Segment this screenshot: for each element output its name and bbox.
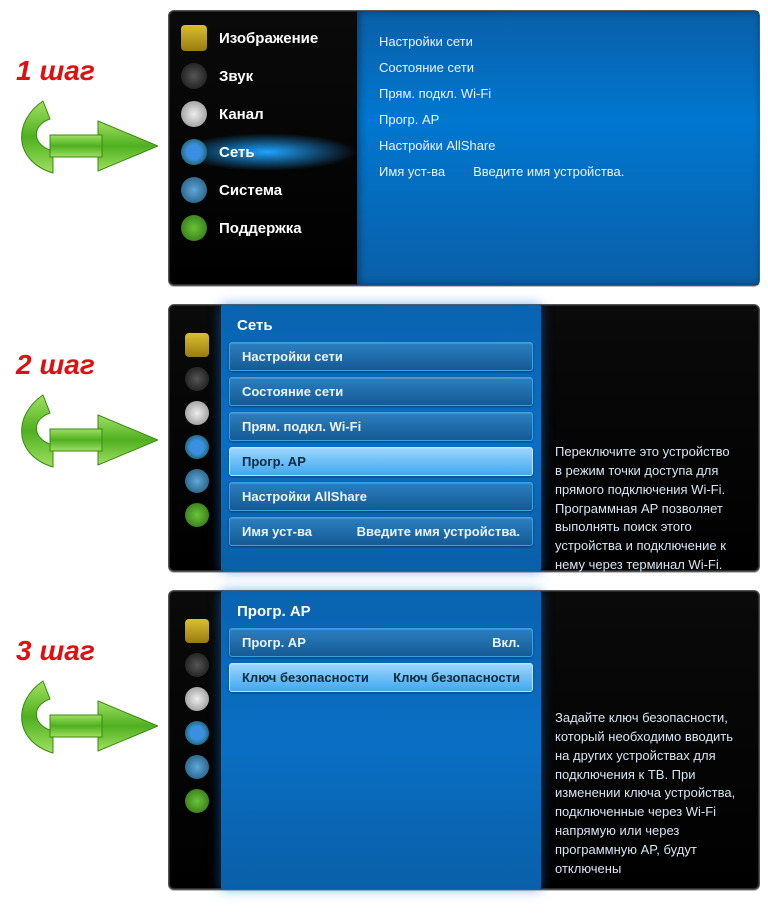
system-icon <box>181 177 207 203</box>
network-submenu-preview: Настройки сети Состояние сети Прям. подк… <box>357 11 759 285</box>
security-key-description: Задайте ключ безопасности, который необх… <box>541 599 751 881</box>
menu-picture[interactable]: Изображение <box>177 19 357 57</box>
soft-ap-panel: Прогр. AP Прогр. AP Вкл. Ключ безопаснос… <box>221 591 541 889</box>
channel-icon[interactable] <box>185 687 209 711</box>
menu-picture-label: Изображение <box>219 30 318 47</box>
sub-allshare[interactable]: Настройки AllShare <box>379 133 737 159</box>
sub-wifi-direct[interactable]: Прям. подкл. Wi-Fi <box>379 81 737 107</box>
support-icon[interactable] <box>185 503 209 527</box>
network-icon[interactable] <box>185 435 209 459</box>
sub-net-settings[interactable]: Настройки сети <box>379 29 737 55</box>
tv-menu-step-3: Прогр. AP Прогр. AP Вкл. Ключ безопаснос… <box>168 590 760 890</box>
menu-channel-label: Канал <box>219 106 264 123</box>
sound-icon <box>181 63 207 89</box>
sub-soft-ap[interactable]: Прогр. AP <box>379 107 737 133</box>
sound-icon[interactable] <box>185 653 209 677</box>
sec-key-label: Ключ безопасности <box>242 670 369 685</box>
picture-icon[interactable] <box>185 619 209 643</box>
sub-device-name[interactable]: Имя уст-ва Введите имя устройства. <box>379 159 737 185</box>
opt-net-settings[interactable]: Настройки сети <box>229 342 533 371</box>
tv-menu-step-1: Изображение Звук Канал Сеть Система Подд… <box>168 10 760 286</box>
channel-icon[interactable] <box>185 401 209 425</box>
sec-key-value: Ключ безопасности <box>393 670 520 685</box>
opt-soft-ap-toggle[interactable]: Прогр. AP Вкл. <box>229 628 533 657</box>
opt-soft-ap[interactable]: Прогр. AP <box>229 447 533 476</box>
menu-support-label: Поддержка <box>219 220 302 237</box>
dev-name-label: Имя уст-ва <box>242 524 312 539</box>
sub-net-status[interactable]: Состояние сети <box>379 55 737 81</box>
soft-ap-description: Переключите это устройство в режим точки… <box>541 313 751 563</box>
tv-menu-step-2: Сеть Настройки сети Состояние сети Прям.… <box>168 304 760 572</box>
menu-network-label: Сеть <box>219 144 255 161</box>
step-2-label: 2 шаг <box>16 349 168 381</box>
menu-sound[interactable]: Звук <box>177 57 357 95</box>
opt-wifi-direct[interactable]: Прям. подкл. Wi-Fi <box>229 412 533 441</box>
menu-sound-label: Звук <box>219 68 253 85</box>
step-3-label: 3 шаг <box>16 635 168 667</box>
arrow-icon <box>8 671 158 766</box>
soft-ap-label: Прогр. AP <box>242 635 306 650</box>
menu-network[interactable]: Сеть <box>177 133 357 171</box>
panel-title: Прогр. AP <box>229 599 533 628</box>
network-submenu: Сеть Настройки сети Состояние сети Прям.… <box>221 305 541 571</box>
dev-name-value: Введите имя устройства. <box>473 159 624 185</box>
menu-system[interactable]: Система <box>177 171 357 209</box>
menu-system-label: Система <box>219 182 282 199</box>
menu-support[interactable]: Поддержка <box>177 209 357 247</box>
step-1-label: 1 шаг <box>16 55 168 87</box>
soft-ap-value: Вкл. <box>492 635 520 650</box>
opt-allshare[interactable]: Настройки AllShare <box>229 482 533 511</box>
dev-name-label: Имя уст-ва <box>379 159 445 185</box>
opt-device-name[interactable]: Имя уст-ва Введите имя устройства. <box>229 517 533 546</box>
arrow-icon <box>8 385 158 480</box>
channel-icon <box>181 101 207 127</box>
sidebar-icons <box>177 313 221 563</box>
sidebar-icons <box>177 599 221 881</box>
system-icon[interactable] <box>185 469 209 493</box>
main-menu: Изображение Звук Канал Сеть Система Подд… <box>177 19 357 277</box>
panel-title: Сеть <box>229 313 533 342</box>
support-icon[interactable] <box>185 789 209 813</box>
network-icon[interactable] <box>185 721 209 745</box>
sound-icon[interactable] <box>185 367 209 391</box>
arrow-icon <box>8 91 158 186</box>
opt-security-key[interactable]: Ключ безопасности Ключ безопасности <box>229 663 533 692</box>
system-icon[interactable] <box>185 755 209 779</box>
dev-name-value: Введите имя устройства. <box>357 524 520 539</box>
support-icon <box>181 215 207 241</box>
menu-channel[interactable]: Канал <box>177 95 357 133</box>
picture-icon[interactable] <box>185 333 209 357</box>
network-icon <box>181 139 207 165</box>
opt-net-status[interactable]: Состояние сети <box>229 377 533 406</box>
picture-icon <box>181 25 207 51</box>
